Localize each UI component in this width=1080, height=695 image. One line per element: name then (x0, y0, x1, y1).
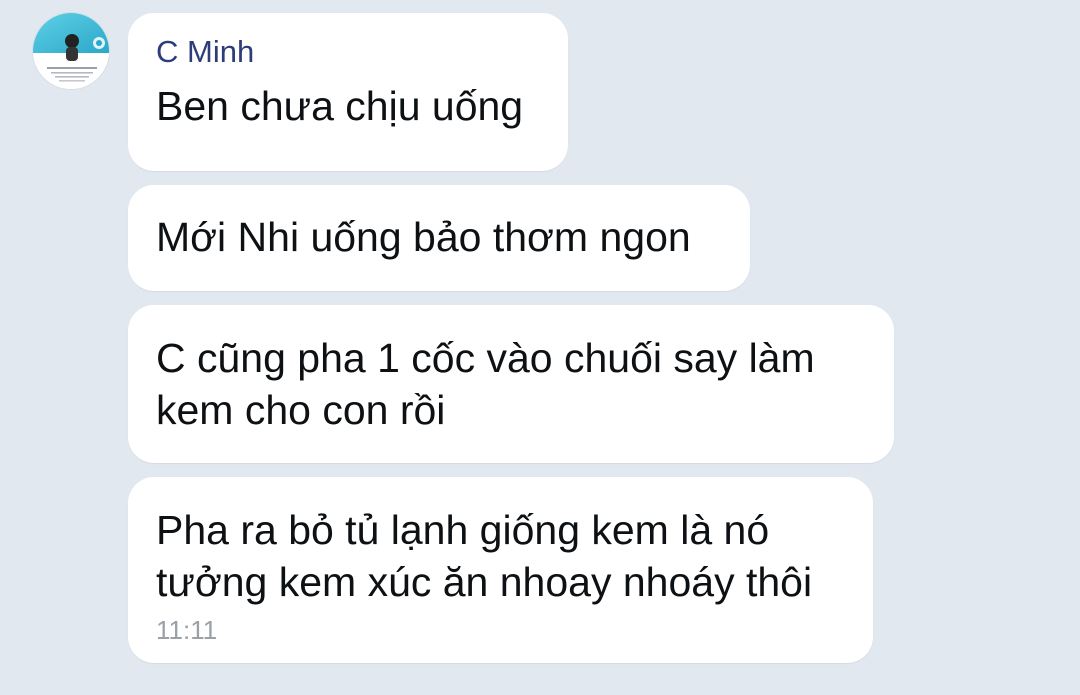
sender-avatar[interactable] (32, 12, 110, 90)
message-text: C cũng pha 1 cốc vào chuối say làm kem c… (156, 335, 815, 433)
sender-name[interactable]: C Minh (156, 34, 540, 70)
message-timestamp: 11:11 (156, 615, 218, 645)
profile-photo-icon (33, 13, 109, 89)
message-text: Mới Nhi uống bảo thơm ngon (156, 214, 691, 260)
message-text: Ben chưa chịu uống (156, 83, 524, 129)
message-bubble[interactable]: C Minh Ben chưa chịu uống (128, 13, 568, 171)
message-bubble[interactable]: C cũng pha 1 cốc vào chuối say làm kem c… (128, 305, 894, 463)
message-bubble[interactable]: Mới Nhi uống bảo thơm ngon (128, 185, 750, 291)
message-text: Pha ra bỏ tủ lạnh giống kem là nó tưởng … (156, 507, 813, 605)
message-bubble[interactable]: Pha ra bỏ tủ lạnh giống kem là nó tưởng … (128, 477, 873, 663)
